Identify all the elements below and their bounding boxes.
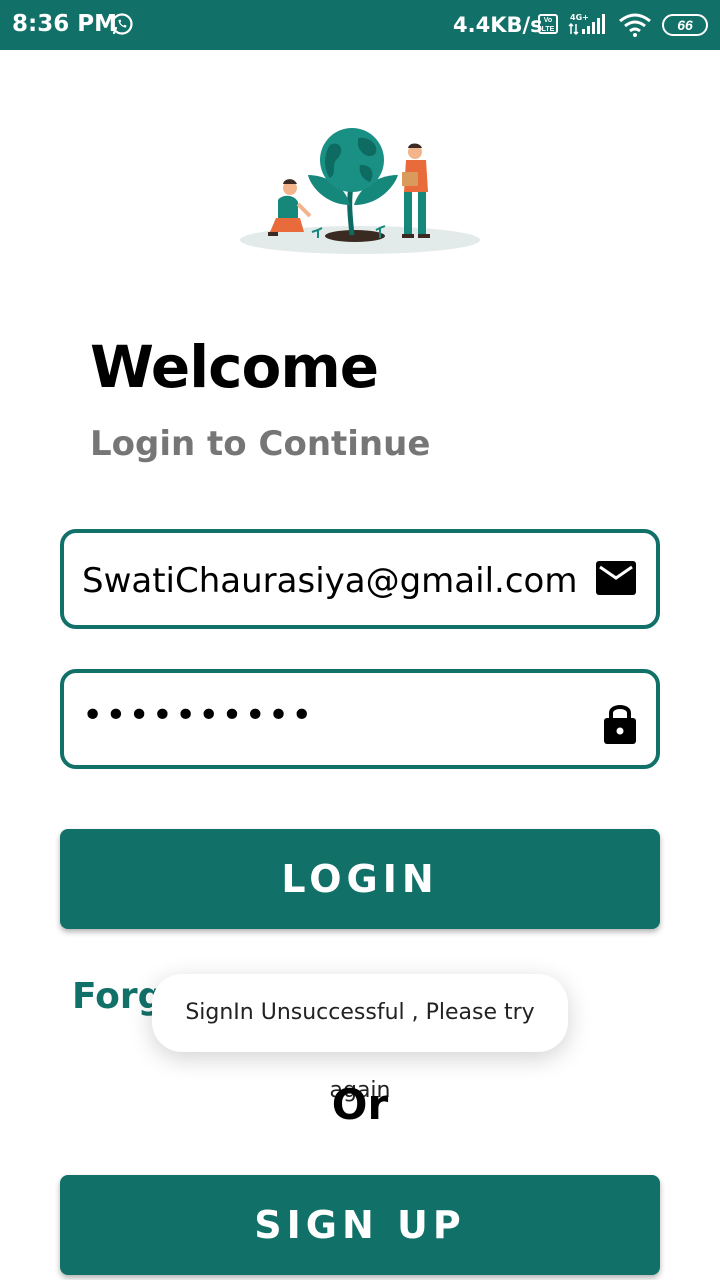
- signup-button[interactable]: SIGN UP: [60, 1175, 660, 1275]
- status-time: 8:36 PM: [12, 11, 117, 37]
- svg-text:4G+: 4G+: [570, 13, 589, 22]
- email-input-value: SwatiChaurasiya@gmail.com: [82, 561, 578, 601]
- error-toast: SignIn Unsuccessful , Please try again: [152, 974, 568, 1103]
- mail-icon: [596, 561, 636, 600]
- login-button[interactable]: LOGIN: [60, 829, 660, 929]
- signal-icon: 4G+: [568, 12, 610, 41]
- network-speed: 4.4KB/s: [453, 13, 543, 37]
- email-field[interactable]: SwatiChaurasiya@gmail.com: [60, 529, 660, 629]
- wifi-icon: [618, 13, 652, 42]
- or-divider: Or: [331, 1080, 389, 1129]
- password-field[interactable]: ••••••••••: [60, 669, 660, 769]
- status-bar: 8:36 PM 4.4KB/s Vo LTE 4G+ 66: [0, 0, 720, 50]
- hero-illustration: [230, 120, 490, 270]
- page-subtitle: Login to Continue: [90, 424, 431, 464]
- whatsapp-icon: [110, 12, 134, 41]
- volte-icon: Vo LTE: [538, 14, 558, 34]
- battery-icon: 66: [662, 14, 708, 36]
- lock-icon: [604, 701, 636, 750]
- page-title: Welcome: [90, 333, 379, 401]
- password-input-value: ••••••••••: [82, 695, 315, 736]
